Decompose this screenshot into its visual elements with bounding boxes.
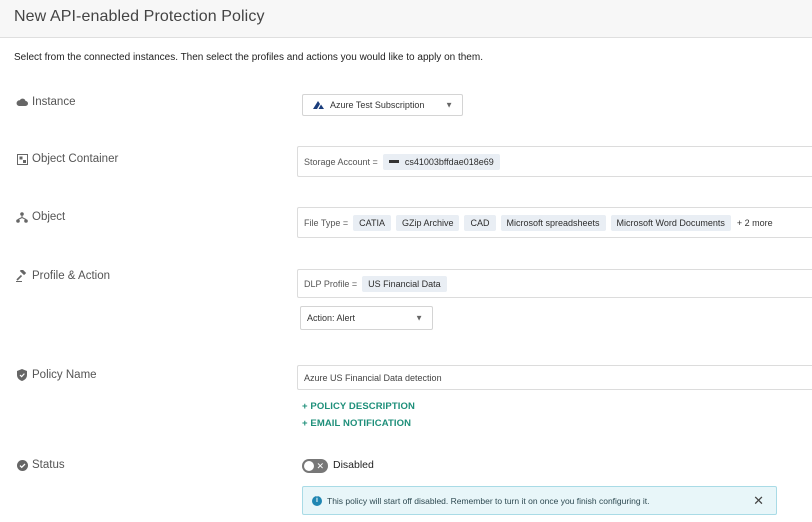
shield-icon	[16, 369, 28, 381]
file-type-prefix: File Type =	[304, 217, 349, 228]
status-toggle[interactable]: ✕	[302, 459, 328, 473]
policy-name-value: Azure US Financial Data detection	[304, 372, 442, 383]
policy-name-label-row: Policy Name	[16, 369, 97, 381]
instance-label: Instance	[32, 96, 76, 108]
intro-text: Select from the connected instances. The…	[14, 52, 483, 63]
status-label: Status	[32, 459, 65, 471]
policy-name-input[interactable]: Azure US Financial Data detection	[297, 365, 812, 390]
add-policy-description-link[interactable]: + POLICY DESCRIPTION	[302, 401, 415, 412]
dlp-profile-prefix: DLP Profile =	[304, 278, 358, 289]
chevron-down-icon: ▼	[445, 100, 453, 110]
chevron-down-icon: ▼	[415, 313, 423, 323]
cloud-icon	[16, 96, 28, 108]
hierarchy-icon	[16, 211, 28, 223]
storage-account-prefix: Storage Account =	[304, 156, 378, 167]
object-label: Object	[32, 211, 66, 223]
page-header: New API-enabled Protection Policy	[0, 0, 812, 38]
add-email-notification-link[interactable]: + EMAIL NOTIFICATION	[302, 418, 411, 429]
close-icon[interactable]: ✕	[753, 493, 764, 509]
instance-select-value: Azure Test Subscription	[330, 100, 425, 110]
info-banner-message: This policy will start off disabled. Rem…	[327, 495, 650, 506]
file-type-chip[interactable]: GZip Archive	[395, 214, 460, 231]
storage-account-value: cs41003bffdae018e69	[404, 156, 494, 167]
status-toggle-label: Disabled	[333, 459, 374, 471]
close-icon: ✕	[316, 461, 324, 471]
status-label-row: Status	[16, 459, 65, 471]
gavel-icon	[16, 270, 28, 282]
check-circle-icon	[16, 459, 28, 471]
profile-action-label-row: Profile & Action	[16, 270, 110, 282]
file-type-chip[interactable]: Microsoft Word Documents	[610, 214, 731, 231]
more-file-types[interactable]: + 2 more	[737, 218, 773, 228]
dlp-profile-chip[interactable]: US Financial Data	[362, 275, 447, 292]
storage-account-chip[interactable]: cs41003bffdae018e69	[382, 153, 500, 170]
container-icon	[16, 153, 28, 165]
policy-name-label: Policy Name	[32, 369, 97, 381]
file-type-chip[interactable]: Microsoft spreadsheets	[500, 214, 606, 231]
page-title: New API-enabled Protection Policy	[14, 8, 265, 25]
file-type-chip[interactable]: CAD	[464, 214, 496, 231]
azure-icon	[313, 101, 324, 109]
info-icon: i	[312, 495, 322, 506]
storage-icon	[388, 160, 399, 163]
object-field[interactable]: File Type = CATIA GZip Archive CAD Micro…	[297, 207, 812, 238]
profile-action-label: Profile & Action	[32, 270, 110, 282]
info-banner: i This policy will start off disabled. R…	[302, 486, 777, 515]
object-label-row: Object	[16, 211, 65, 223]
action-select[interactable]: Action: Alert ▼	[300, 306, 433, 330]
object-container-label: Object Container	[32, 153, 119, 165]
instance-select[interactable]: Azure Test Subscription ▼	[302, 94, 463, 116]
toggle-knob	[304, 461, 314, 471]
object-container-label-row: Object Container	[16, 153, 118, 165]
action-select-value: Action: Alert	[307, 313, 356, 323]
object-container-field[interactable]: Storage Account = cs41003bffdae018e69	[297, 146, 812, 177]
instance-label-row: Instance	[16, 96, 75, 108]
file-type-chip[interactable]: CATIA	[353, 214, 391, 231]
dlp-profile-field[interactable]: DLP Profile = US Financial Data	[297, 269, 812, 298]
